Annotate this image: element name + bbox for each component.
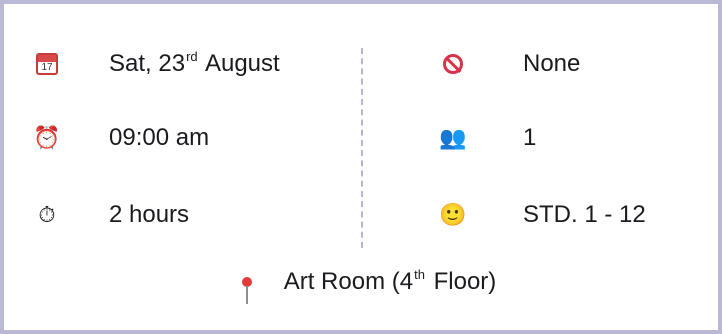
participants-text: 1 [523, 124, 537, 151]
duration-row: ⏱ 2 hours [34, 195, 189, 235]
stopwatch-icon: ⏱ [38, 202, 56, 227]
duration-text: 2 hours [109, 201, 190, 228]
location-row: Art Room (4th Floor) [4, 262, 722, 304]
time-text: 09:00 am [109, 124, 210, 151]
location-suffix: th [414, 267, 425, 282]
grade-row: 🙂 STD. 1 - 12 [439, 195, 646, 235]
location-rest: Floor) [426, 268, 497, 295]
pin-icon [234, 269, 260, 304]
date-month: August [199, 50, 280, 77]
time-row: ⏰ 09:00 am [33, 118, 210, 158]
date-row: 17 Sat, 23rd August [34, 44, 280, 84]
date-suffix: rd [186, 49, 198, 64]
restriction-text: None [523, 50, 581, 77]
no-entry-icon [440, 51, 466, 77]
student-face-icon: 🙂 [439, 202, 467, 227]
date-text: Sat, 23rd August [109, 49, 280, 77]
column-divider [361, 48, 363, 248]
restriction-row: None [440, 44, 580, 84]
participants-row: 👥 1 [439, 118, 537, 158]
location-text: Art Room (4th Floor) [283, 267, 497, 295]
grade-text: STD. 1 - 12 [523, 201, 646, 228]
alarm-clock-icon: ⏰ [33, 125, 61, 150]
event-details-card: 17 Sat, 23rd August ⏰ 09:00 am ⏱ 2 hours… [0, 0, 722, 334]
location-prefix: Art Room (4 [283, 268, 414, 295]
calendar-icon: 17 [34, 51, 60, 77]
date-prefix: Sat, 23 [109, 50, 186, 77]
people-icon: 👥 [439, 125, 467, 150]
